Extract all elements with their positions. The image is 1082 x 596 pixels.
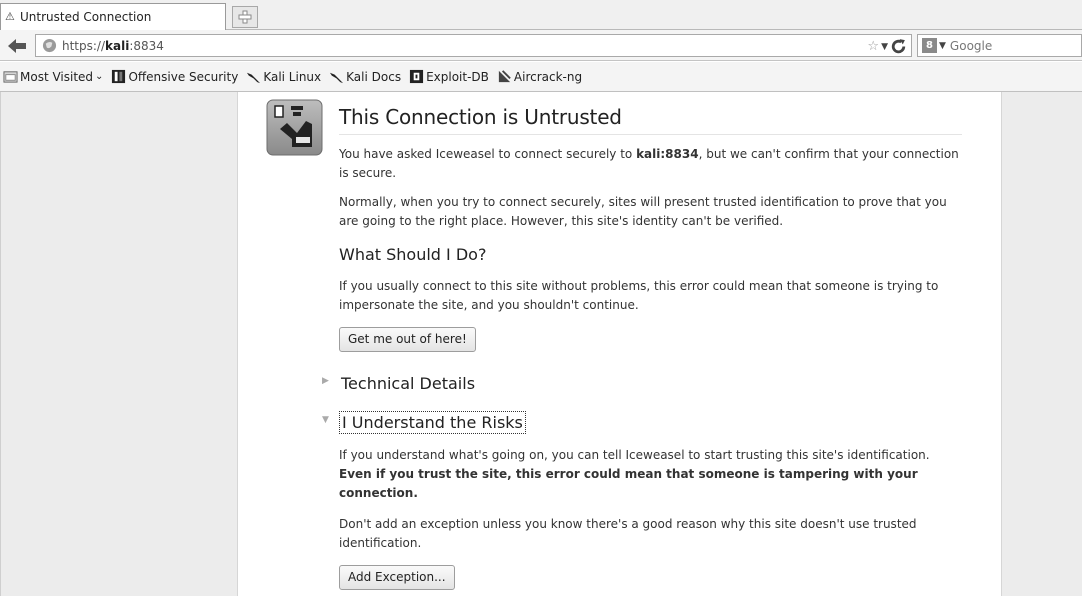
bookmark-exploit-db[interactable]: Exploit-DB [409, 69, 489, 84]
warning-icon: ⚠ [5, 10, 15, 23]
bookmark-label: Aircrack-ng [513, 69, 583, 84]
error-panel: This Connection is Untrusted You have as… [237, 92, 1002, 596]
what-should-i-do-heading: What Should I Do? [339, 245, 487, 264]
tab-strip: ⚠ Untrusted Connection [0, 0, 1082, 30]
url-host: kali [105, 38, 130, 53]
back-button[interactable] [6, 37, 28, 55]
search-bar[interactable]: 8 ▼ [917, 34, 1082, 57]
search-engine-dropdown-icon[interactable]: ▼ [939, 41, 946, 51]
url-bar[interactable]: https://kali:8834 ☆ ▼ [35, 34, 912, 57]
policeman-icon [266, 99, 323, 156]
navigation-toolbar: https://kali:8834 ☆ ▼ 8 ▼ [0, 30, 1082, 61]
new-tab-button[interactable] [232, 6, 258, 28]
chevron-down-icon: ⌄ [95, 71, 104, 82]
exploitdb-icon [410, 69, 424, 84]
folder-icon [3, 71, 18, 83]
collapse-arrow-icon: ▼ [322, 415, 329, 425]
bookmark-kali-linux[interactable]: Kali Linux [246, 69, 321, 84]
expand-arrow-icon: ▶ [322, 376, 329, 386]
understand-risks-expander[interactable]: ▼ I Understand the Risks [322, 410, 962, 434]
intro-paragraph: You have asked Iceweasel to connect secu… [339, 145, 962, 183]
tab-untrusted-connection[interactable]: ⚠ Untrusted Connection [0, 3, 226, 30]
risks-text: If you understand what's going on, you c… [339, 448, 930, 462]
plus-icon [238, 10, 252, 24]
bookmark-label: Most Visited [20, 69, 94, 84]
risks-warning: Even if you trust the site, this error c… [339, 467, 918, 500]
technical-details-heading: Technical Details [341, 373, 476, 393]
globe-icon[interactable] [42, 38, 57, 53]
kali-dragon-icon [330, 72, 344, 84]
technical-details-expander[interactable]: ▶ Technical Details [322, 372, 962, 394]
bookmark-aircrack-ng[interactable]: Aircrack-ng [497, 69, 582, 84]
search-input[interactable] [949, 38, 1070, 53]
intro-text: You have asked Iceweasel to connect secu… [339, 147, 637, 161]
intro-host: kali:8834 [636, 147, 699, 161]
bookmark-label: Kali Linux [263, 69, 322, 84]
history-dropdown-icon[interactable]: ▼ [881, 42, 888, 52]
bookmark-offensive-security[interactable]: Offensive Security [111, 69, 238, 84]
back-arrow-icon [8, 39, 26, 53]
url-scheme: https:// [62, 38, 106, 53]
dont-add-paragraph: Don't add an exception unless you know t… [339, 517, 917, 550]
url-text[interactable]: https://kali:8834 [62, 39, 164, 53]
page-content: This Connection is Untrusted You have as… [0, 92, 1082, 596]
risks-paragraph: If you understand what's going on, you c… [339, 446, 962, 503]
understand-risks-heading: I Understand the Risks [339, 410, 526, 434]
bookmarks-toolbar: Most Visited ⌄ Offensive Security Kali L… [0, 62, 1082, 92]
google-icon[interactable]: 8 [922, 38, 937, 53]
bookmark-most-visited[interactable]: Most Visited ⌄ [3, 69, 103, 84]
kali-dragon-icon [247, 72, 261, 84]
bookmark-star-icon[interactable]: ☆ [867, 39, 879, 54]
bookmark-label: Offensive Security [128, 69, 239, 84]
bookmark-kali-docs[interactable]: Kali Docs [329, 69, 401, 84]
url-port: :8834 [129, 38, 164, 53]
aircrack-icon [498, 70, 511, 83]
url-bar-actions: ☆ ▼ [867, 37, 907, 56]
normally-paragraph: Normally, when you try to connect secure… [339, 195, 947, 228]
what-should-i-do-paragraph: If you usually connect to this site with… [339, 279, 939, 312]
page-title: This Connection is Untrusted [339, 105, 962, 135]
offsec-icon [112, 69, 126, 84]
bookmark-label: Exploit-DB [426, 69, 489, 84]
bookmark-label: Kali Docs [346, 69, 402, 84]
error-text-column: This Connection is Untrusted You have as… [322, 92, 962, 590]
tab-title: Untrusted Connection [20, 10, 152, 24]
reload-icon[interactable] [890, 38, 907, 55]
get-me-out-button[interactable]: Get me out of here! [339, 327, 476, 352]
add-exception-button[interactable]: Add Exception... [339, 565, 455, 590]
